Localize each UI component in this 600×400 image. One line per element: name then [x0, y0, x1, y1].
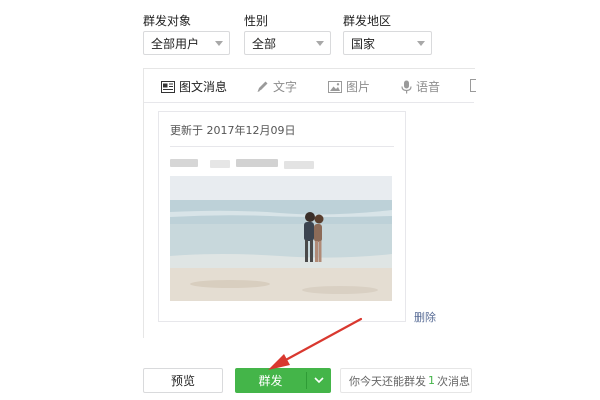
article-updated-time: 更新于 2017年12月09日: [170, 124, 296, 137]
article-title-blurred: [170, 157, 315, 171]
target-label: 群发对象: [143, 14, 192, 28]
article-divider: [170, 146, 394, 147]
more-tab-icon[interactable]: [470, 79, 476, 92]
annotation-arrow-icon: [268, 317, 363, 370]
gender-select-value: 全部: [252, 36, 277, 51]
target-select[interactable]: 全部用户: [143, 31, 230, 55]
message-type-tabs: 图文消息 文字 图片 语音: [144, 69, 476, 103]
region-label: 群发地区: [343, 14, 392, 28]
tab-voice-label: 语音: [416, 80, 441, 94]
gender-label: 性别: [244, 14, 269, 28]
preview-button[interactable]: 预览: [143, 368, 223, 393]
news-icon: [161, 80, 175, 93]
tab-image-label: 图片: [346, 80, 371, 94]
image-icon: [328, 80, 342, 93]
article-cover-image: [170, 176, 392, 301]
quota-suffix: 次消息: [437, 374, 470, 388]
target-select-value: 全部用户: [151, 36, 200, 51]
quota-count: 1: [428, 374, 435, 387]
chevron-down-icon: [314, 377, 324, 384]
tab-news[interactable]: 图文消息: [161, 78, 227, 95]
tab-text[interactable]: 文字: [256, 78, 297, 95]
tab-news-label: 图文消息: [179, 80, 228, 94]
pencil-icon: [257, 81, 268, 92]
chevron-down-icon: [316, 41, 324, 46]
microphone-icon: [401, 80, 412, 93]
tab-voice[interactable]: 语音: [401, 78, 440, 95]
region-select-value: 国家: [351, 36, 376, 51]
gender-select[interactable]: 全部: [244, 31, 331, 55]
region-select[interactable]: 国家: [343, 31, 432, 55]
chevron-down-icon: [215, 41, 223, 46]
delete-link[interactable]: 删除: [414, 309, 436, 325]
chevron-down-icon: [417, 41, 425, 46]
tab-image[interactable]: 图片: [328, 78, 370, 95]
tab-text-label: 文字: [273, 80, 298, 94]
